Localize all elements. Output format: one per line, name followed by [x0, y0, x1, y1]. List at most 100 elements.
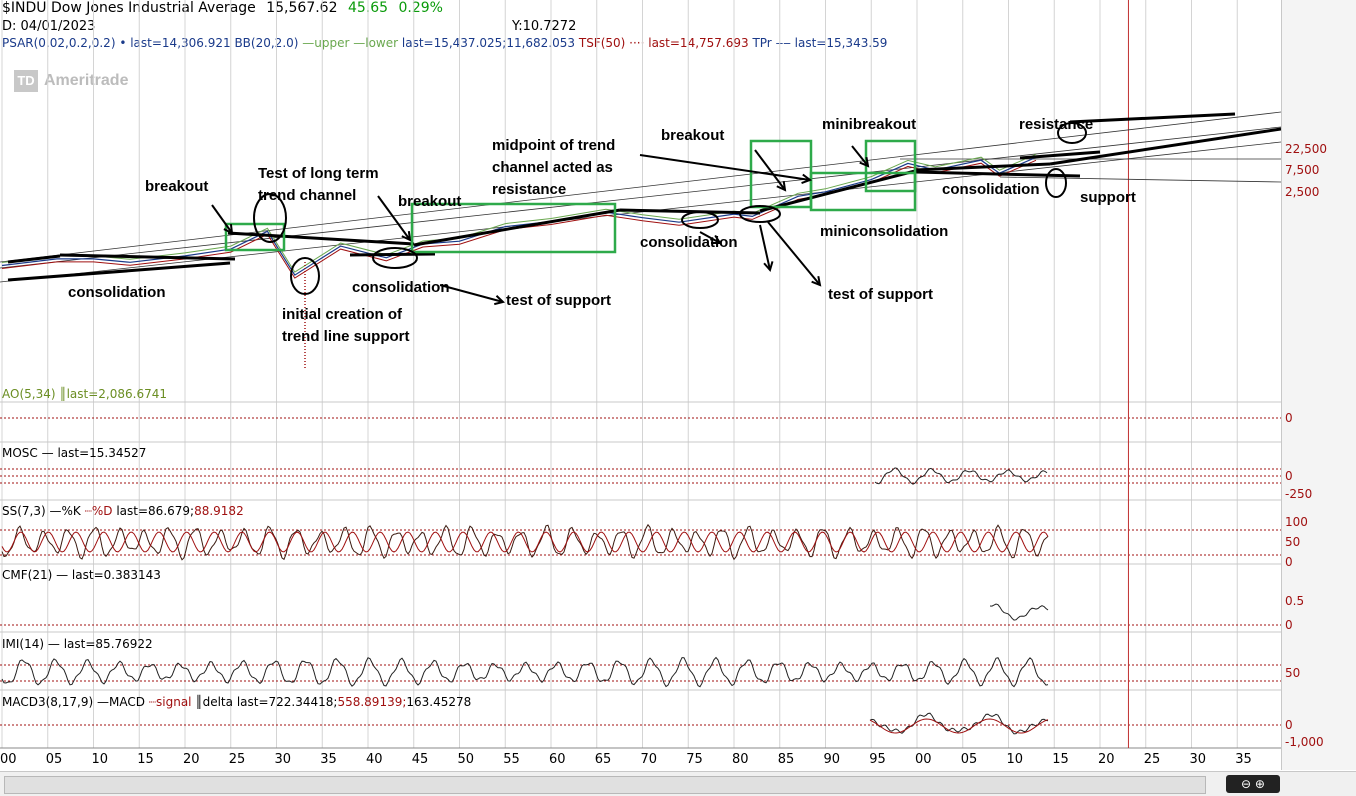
x-tick-label: 40 [366, 752, 383, 767]
annotation-consolidation-2: consolidation [352, 279, 450, 296]
macd-macd: MACD [108, 695, 145, 709]
right-axis-panel [1281, 0, 1356, 770]
x-tick-label: 35 [320, 752, 337, 767]
mosc-last: last=15.34527 [57, 446, 147, 460]
cmf-label: CMF(21) — last=0.383143 [2, 568, 161, 582]
scroll-thumb[interactable] [4, 776, 1206, 794]
mosc-tick-250: -250 [1285, 487, 1313, 501]
annotation-test-support-1: test of support [506, 292, 611, 309]
annotation-consolidation-1: consolidation [68, 284, 166, 301]
imi-label: IMI(14) — last=85.76922 [2, 637, 153, 651]
annotation-initial-trend-text: initial creation of trend line support [282, 306, 410, 345]
x-tick-label: 15 [1052, 752, 1069, 767]
x-tick-label: 10 [91, 752, 109, 767]
x-tick-label: 65 [594, 752, 612, 767]
ss-tick-0: 0 [1285, 555, 1293, 569]
mosc-name: MOSC [2, 446, 38, 460]
annotation-resistance: resistance [1019, 116, 1094, 133]
x-tick-label: 60 [549, 752, 566, 767]
annotation-midpoint: midpoint of trend channel acted as resis… [492, 135, 652, 201]
x-tick-label: 05 [960, 752, 978, 767]
macd-label: MACD3(8,17,9) —MACD ┈signal ║delta last=… [2, 695, 472, 709]
cmf-tick-05: 0.5 [1285, 594, 1305, 608]
macd-last2: 558.89139; [337, 695, 407, 709]
annotation-arrow [639, 154, 811, 181]
ss-tick-100: 100 [1285, 515, 1308, 529]
annotation-arrow [767, 221, 821, 286]
annotation-breakout-2: breakout [398, 193, 462, 210]
x-tick-label: 45 [411, 752, 429, 767]
annotation-initial-trend-line: initial creation of trend line support [282, 304, 442, 348]
annotation-test-trend: Test of long term trend channel [258, 163, 418, 207]
x-tick-label: 95 [869, 752, 886, 767]
x-tick-label: 75 [686, 752, 703, 767]
annotation-circle [290, 257, 320, 295]
x-tick-label: 70 [640, 752, 658, 767]
x-tick-label: 25 [1143, 752, 1161, 767]
horizontal-scrollbar[interactable]: ⊖ ⊕ [0, 771, 1356, 796]
annotation-test-support-2: test of support [828, 286, 933, 303]
x-tick-label: 50 [457, 752, 475, 767]
price-tick-3: 2,500 [1285, 185, 1320, 199]
imi-name: IMI(14) [2, 637, 45, 651]
cmf-tick-0: 0 [1285, 618, 1293, 632]
x-tick-label: 30 [1189, 752, 1207, 767]
annotation-box [749, 139, 813, 209]
cmf-last: last=0.383143 [71, 568, 161, 582]
x-tick-label: 00 [915, 752, 932, 767]
annotation-consolidation-4: consolidation [942, 181, 1040, 198]
annotation-arrow [211, 204, 233, 234]
x-tick-label: 00 [0, 752, 17, 767]
x-tick-label: 90 [823, 752, 841, 767]
annotation-miniconsolidation: miniconsolidation [820, 223, 949, 240]
x-tick-label: 10 [1006, 752, 1024, 767]
macd-tick-0: 0 [1285, 718, 1293, 732]
zoom-control[interactable]: ⊖ ⊕ [1226, 775, 1280, 793]
ao-bar-icon: ║ [59, 387, 67, 401]
ss-last: last=86.679; [116, 504, 195, 518]
annotation-test-trend-text: Test of long term trend channel [258, 165, 379, 204]
ss-d: %D [91, 504, 113, 518]
macd-signal-line [869, 718, 1049, 734]
annotation-breakout-3: breakout [661, 127, 725, 144]
macd-delta-icon: ║ [195, 695, 203, 709]
ss-d-dots: ┈ [84, 504, 92, 518]
drawn-trend-line [227, 231, 415, 246]
macd-last: last=722.34418; [236, 695, 338, 709]
cmf-line [989, 603, 1049, 621]
ao-last: last=2,086.6741 [66, 387, 167, 401]
x-tick-label: 25 [228, 752, 246, 767]
macd-signal: signal [156, 695, 192, 709]
ss-label: SS(7,3) —%K ┈%D last=86.679;88.9182 [2, 504, 244, 518]
imi-tick-50: 50 [1285, 666, 1301, 680]
trend-channel-line [999, 176, 1281, 183]
macd-name: MACD3(8,17,9) [2, 695, 94, 709]
annotation-consolidation-3: consolidation [640, 234, 738, 251]
ao-tick-0: 0 [1285, 411, 1293, 425]
drawn-trend-line [413, 208, 621, 247]
annotation-breakout-1: breakout [145, 178, 209, 195]
ss-last2: 88.9182 [194, 504, 244, 518]
macd-signal-dots: ┈ [148, 695, 157, 709]
price-tick-2: 7,500 [1285, 163, 1320, 177]
x-tick-label: 20 [183, 752, 200, 767]
ss-k: %K [61, 504, 81, 518]
imi-last: last=85.76922 [63, 637, 153, 651]
x-tick-label: 80 [732, 752, 749, 767]
macd-tick-1000: -1,000 [1285, 735, 1324, 749]
ss-name: SS(7,3) [2, 504, 46, 518]
mosc-label: MOSC — last=15.34527 [2, 446, 147, 460]
x-tick-label: 15 [137, 752, 154, 767]
ao-label: AO(5,34) ║last=2,086.6741 [2, 387, 167, 401]
x-tick-label: 35 [1235, 752, 1252, 767]
x-tick-label: 30 [274, 752, 292, 767]
price-tick-1: 22,500 [1285, 142, 1327, 156]
x-tick-label: 55 [503, 752, 520, 767]
x-tick-label: 85 [777, 752, 795, 767]
cmf-name: CMF(21) [2, 568, 53, 582]
macd-line [869, 712, 1049, 735]
mosc-tick-0: 0 [1285, 469, 1293, 483]
x-tick-label: 05 [45, 752, 63, 767]
x-tick-label: 20 [1098, 752, 1115, 767]
imi-line [1, 656, 1049, 688]
